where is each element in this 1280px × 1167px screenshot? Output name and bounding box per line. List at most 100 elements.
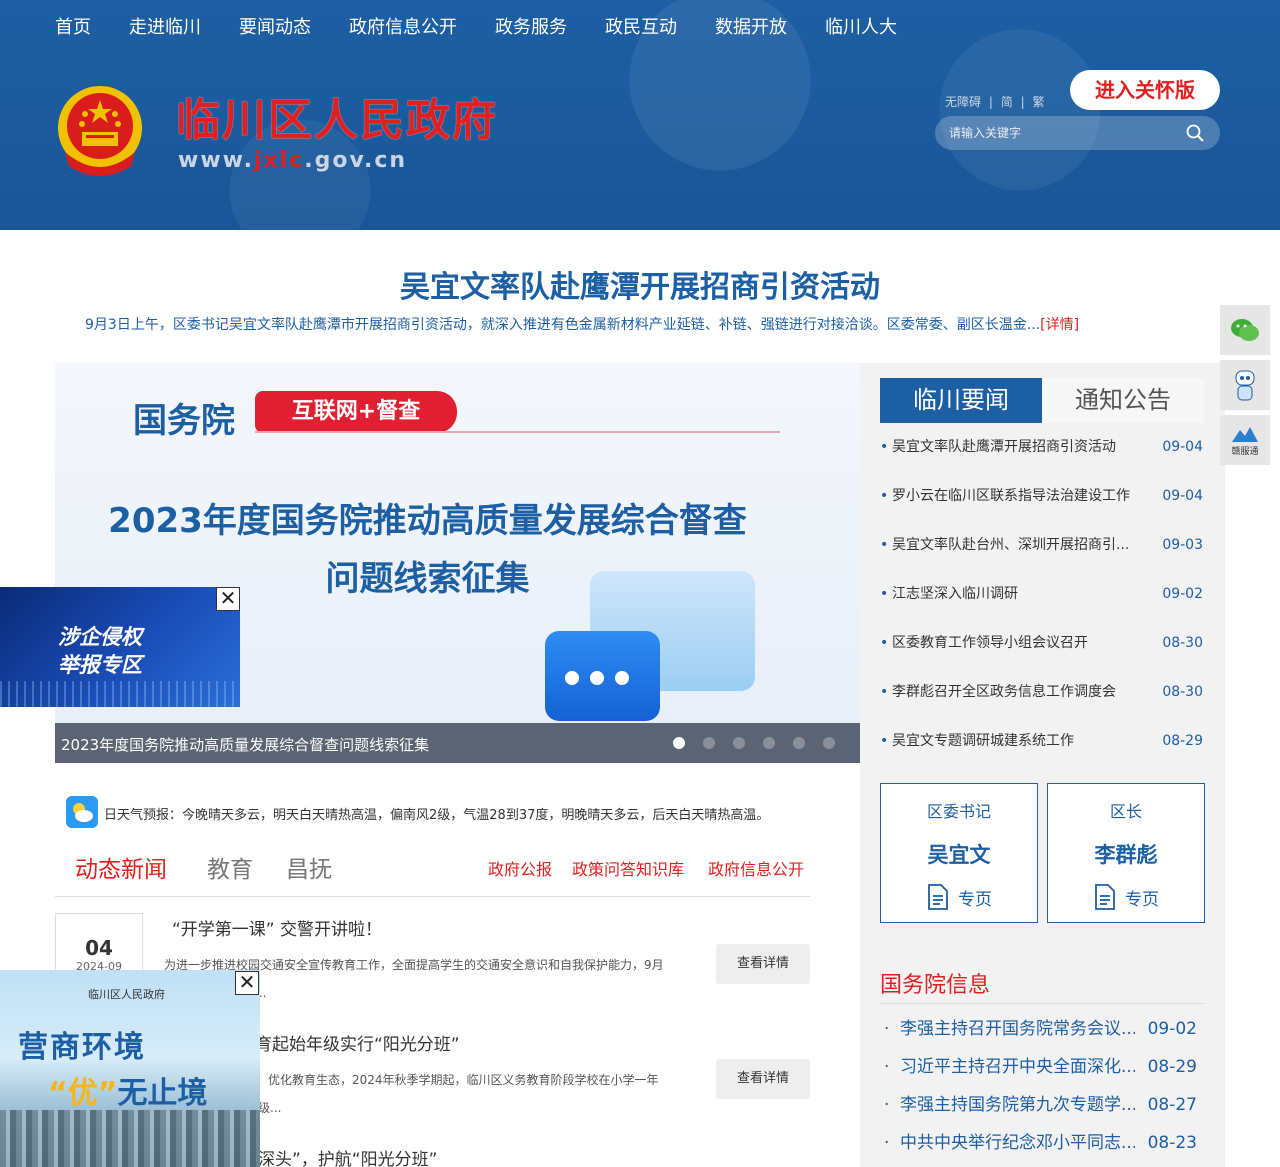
right-panel: 临川要闻 通知公告 • 吴宜文率队赴鹰潭开展招商引资活动 09-04 • 罗小云在临川… <box>860 363 1225 1167</box>
article-summary: 优化教育生态，2024年秋季学期起，临川区义务教育阶段学校在小学一年 <box>268 1073 659 1087</box>
nav-open-data[interactable]: 数据开放 <box>715 16 787 40</box>
ganfutong-label: 赣服通 <box>1231 446 1259 457</box>
list-item[interactable]: · 李强主持国务院第九次专题学... 08-27 <box>880 1089 1205 1127</box>
carousel-dot[interactable] <box>733 737 745 749</box>
nav-services[interactable]: 政务服务 <box>495 16 567 40</box>
popup-brand: 临川区人民政府 <box>88 988 165 1001</box>
site-url-suffix: .gov.cn <box>304 148 408 173</box>
news-title[interactable]: 吴宜文专题调研城建系统工作 <box>892 727 1152 755</box>
list-item[interactable]: • 李群彪召开全区政务信息工作调度会 08-30 <box>880 678 1205 727</box>
tab-education[interactable]: 教育 <box>207 850 253 884</box>
link-gov-info-public[interactable]: 政府信息公开 <box>708 856 804 880</box>
link-gov-gazette[interactable]: 政府公报 <box>488 856 552 880</box>
popup-line1: 营商环境 <box>18 1030 146 1065</box>
headline-summary: 9月3日上午，区委书记吴宜文率队赴鹰潭市开展招商引资活动，就深入推进有色金属新材… <box>85 314 1195 334</box>
list-item[interactable]: • 江志坚深入临川调研 09-02 <box>880 580 1205 629</box>
list-item[interactable]: • 吴宜文率队赴鹰潭开展招商引资活动 09-04 <box>880 433 1205 482</box>
view-details-button[interactable]: 查看详情 <box>716 944 810 984</box>
carousel-title-line1: 2023年度国务院推动高质量发展综合督查 <box>108 501 747 541</box>
news-title[interactable]: 吴宜文率队赴台州、深圳开展招商引... <box>892 531 1152 559</box>
tab-notices[interactable]: 通知公告 <box>1042 378 1204 423</box>
state-council-news-title[interactable]: 李强主持召开国务院常务会议... <box>900 1013 1135 1045</box>
popup-title: 涉企侵权 举报专区 <box>58 623 142 679</box>
nav-home[interactable]: 首页 <box>55 16 91 40</box>
popup-enterprise-report[interactable]: 涉企侵权 举报专区 ✕ <box>0 587 240 707</box>
close-icon[interactable]: ✕ <box>216 587 240 611</box>
article-title[interactable]: “开学第一课” 交警开讲啦！ <box>172 915 382 940</box>
wechat-icon <box>1231 319 1259 341</box>
list-item[interactable]: • 吴宜文专题调研城建系统工作 08-29 <box>880 727 1205 776</box>
carousel-dot[interactable] <box>703 737 715 749</box>
main-nav: 首页 走进临川 要闻动态 政府信息公开 政务服务 政民互动 数据开放 临川人大 <box>55 16 935 40</box>
tab-dynamic-news[interactable]: 动态新闻 <box>75 850 167 884</box>
carousel-caption-text[interactable]: 2023年度国务院推动高质量发展综合督查问题线索征集 <box>61 734 429 755</box>
carousel-dots <box>673 737 835 749</box>
leader-page-label: 专页 <box>958 889 992 910</box>
headline-summary-text: 9月3日上午，区委书记吴宜文率队赴鹰潭市开展招商引资活动，就深入推进有色金属新材… <box>85 317 1041 333</box>
leader-card-mayor[interactable]: 区长 李群彪 专页 <box>1047 783 1205 923</box>
state-council-news-title[interactable]: 李强主持国务院第九次专题学... <box>900 1089 1135 1121</box>
popup-line2-rest: 无止境 <box>117 1076 208 1111</box>
news-date: 08-30 <box>1162 684 1203 700</box>
site-url-highlight: jxlc <box>253 148 305 173</box>
headline-more-link[interactable]: [详情] <box>1040 317 1079 333</box>
simplified-link[interactable]: 简 <box>1001 95 1013 109</box>
popup-business-environment[interactable]: 临川区人民政府 营商环境 “优”无止境 ✕ <box>0 970 260 1167</box>
state-council-news-title[interactable]: 中共中央举行纪念邓小平同志... <box>900 1127 1135 1159</box>
headline-title[interactable]: 吴宜文率队赴鹰潭开展招商引资活动 <box>0 262 1280 306</box>
state-council-news-date: 08-23 <box>1147 1133 1197 1153</box>
list-item[interactable]: • 区委教育工作领导小组会议召开 08-30 <box>880 629 1205 678</box>
news-title[interactable]: 江志坚深入临川调研 <box>892 580 1152 608</box>
site-url-prefix: www. <box>178 148 254 173</box>
traditional-link[interactable]: 繁 <box>1032 95 1044 109</box>
robot-icon <box>1235 370 1255 401</box>
search-icon[interactable] <box>1186 124 1204 142</box>
news-date: 09-04 <box>1162 488 1203 504</box>
news-title[interactable]: 吴宜文率队赴鹰潭开展招商引资活动 <box>892 433 1152 461</box>
leader-role: 区长 <box>1109 802 1142 821</box>
article-title[interactable]: 深头”，护航“阳光分班” <box>258 1145 437 1167</box>
leader-card-secretary[interactable]: 区委书记 吴宜文 专页 <box>880 783 1038 923</box>
nav-about[interactable]: 走进临川 <box>129 16 201 40</box>
state-council-list: · 李强主持召开国务院常务会议... 09-02 · 习近平主持召开中央全面深化...… <box>880 1013 1205 1165</box>
care-mode-button[interactable]: 进入关怀版 <box>1070 70 1220 110</box>
national-emblem-icon <box>58 86 142 176</box>
leader-name[interactable]: 吴宜文 <box>881 839 1037 869</box>
state-council-news-title[interactable]: 习近平主持召开中央全面深化... <box>900 1051 1135 1083</box>
ganfutong-button[interactable]: 赣服通 <box>1220 415 1270 465</box>
nav-npc[interactable]: 临川人大 <box>825 16 897 40</box>
tab-changfu[interactable]: 昌抚 <box>286 850 332 884</box>
news-title[interactable]: 罗小云在临川区联系指导法治建设工作 <box>892 482 1152 510</box>
wechat-button[interactable] <box>1220 305 1270 355</box>
carousel-dot[interactable] <box>823 737 835 749</box>
leader-page-link[interactable]: 专页 <box>1093 884 1159 910</box>
accessible-link[interactable]: 无障碍 <box>945 95 981 109</box>
article-title[interactable]: 育起始年级实行“阳光分班” <box>255 1030 460 1055</box>
close-icon[interactable]: ✕ <box>235 971 259 995</box>
carousel-dot[interactable] <box>763 737 775 749</box>
document-icon <box>928 884 948 910</box>
leader-name[interactable]: 李群彪 <box>1048 839 1204 869</box>
link-policy-qa[interactable]: 政策问答知识库 <box>572 856 684 880</box>
nav-gov-info[interactable]: 政府信息公开 <box>349 16 457 40</box>
separator: | <box>1020 95 1025 109</box>
list-item[interactable]: • 吴宜文率队赴台州、深圳开展招商引... 09-03 <box>880 531 1205 580</box>
list-item[interactable]: • 罗小云在临川区联系指导法治建设工作 09-04 <box>880 482 1205 531</box>
nav-interaction[interactable]: 政民互动 <box>605 16 677 40</box>
accessibility-tools: 无障碍 | 简 | 繁 <box>945 93 1044 110</box>
leader-page-label: 专页 <box>1125 889 1159 910</box>
tab-linchuan-news[interactable]: 临川要闻 <box>880 378 1042 423</box>
state-council-title[interactable]: 国务院信息 <box>880 967 990 999</box>
news-title[interactable]: 区委教育工作领导小组会议召开 <box>892 629 1152 657</box>
list-item[interactable]: · 李强主持召开国务院常务会议... 09-02 <box>880 1013 1205 1051</box>
carousel-dot[interactable] <box>673 737 685 749</box>
robot-assistant-button[interactable] <box>1220 360 1270 410</box>
list-item[interactable]: · 习近平主持召开中央全面深化... 08-29 <box>880 1051 1205 1089</box>
leader-page-link[interactable]: 专页 <box>926 884 992 910</box>
list-item[interactable]: · 中共中央举行纪念邓小平同志... 08-23 <box>880 1127 1205 1165</box>
news-title[interactable]: 李群彪召开全区政务信息工作调度会 <box>892 678 1152 706</box>
carousel-dot[interactable] <box>793 737 805 749</box>
search-input[interactable] <box>949 123 1169 143</box>
view-details-button[interactable]: 查看详情 <box>716 1059 810 1099</box>
nav-news[interactable]: 要闻动态 <box>239 16 311 40</box>
